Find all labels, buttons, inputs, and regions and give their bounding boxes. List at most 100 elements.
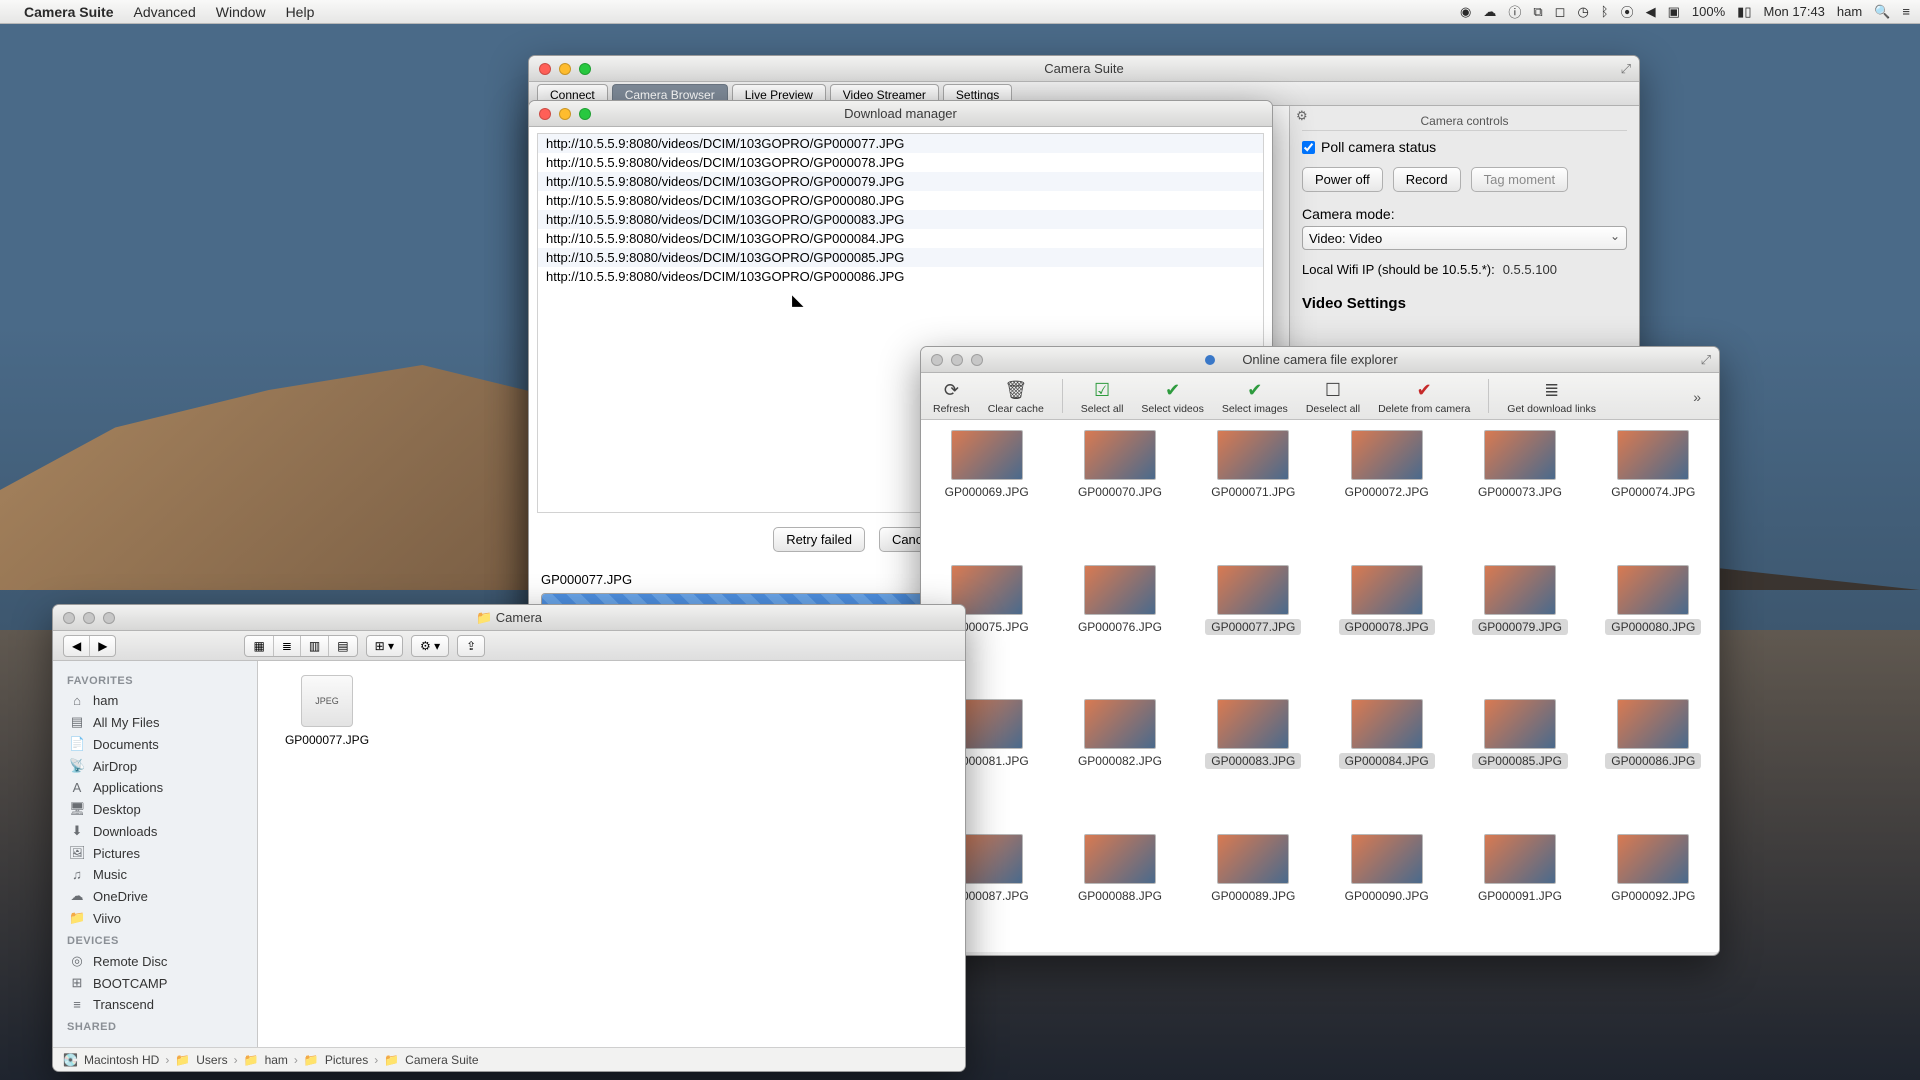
gear-icon[interactable]: ⚙ (1296, 108, 1308, 124)
download-url-row[interactable]: http://10.5.5.9:8080/videos/DCIM/103GOPR… (538, 134, 1263, 153)
power-off-button[interactable]: Power off (1302, 167, 1383, 192)
refresh-button[interactable]: ⟳Refresh (933, 379, 970, 415)
back-button[interactable]: ◀ (64, 636, 90, 656)
minimize-icon[interactable] (951, 354, 963, 366)
thumbnail-item[interactable]: GP000070.JPG (1068, 430, 1171, 539)
view-icons-button[interactable]: ▦ (245, 636, 273, 656)
deselect-all-button[interactable]: ☐Deselect all (1306, 379, 1360, 415)
thumbnail-item[interactable]: GP000074.JPG (1602, 430, 1705, 539)
sidebar-device-item[interactable]: ⊞BOOTCAMP (53, 972, 257, 994)
poll-camera-checkbox[interactable] (1302, 141, 1315, 154)
record-button[interactable]: Record (1393, 167, 1461, 192)
close-icon[interactable] (539, 108, 551, 120)
thumbnail-item[interactable]: GP000072.JPG (1335, 430, 1438, 539)
status-sync-icon[interactable]: ◉ (1460, 4, 1471, 20)
view-columns-button[interactable]: ▥ (301, 636, 329, 656)
thumbnail-item[interactable]: GP000083.JPG (1202, 699, 1305, 808)
menu-icon[interactable]: ≡ (1902, 4, 1910, 19)
get-download-links-button[interactable]: ≣Get download links (1507, 379, 1596, 415)
arrange-button[interactable]: ⊞ ▾ (367, 636, 402, 656)
zoom-icon[interactable] (103, 612, 115, 624)
status-wifi-icon[interactable]: ⦿ (1621, 2, 1634, 21)
status-volume-icon[interactable]: ◀ (1646, 4, 1656, 20)
thumbnail-item[interactable]: GP000086.JPG (1602, 699, 1705, 808)
toolbar-overflow-icon[interactable]: » (1693, 389, 1707, 405)
thumbnail-item[interactable]: GP000085.JPG (1468, 699, 1571, 808)
status-battery-icon[interactable]: ▮▯ (1737, 4, 1751, 20)
thumbnail-item[interactable]: GP000082.JPG (1068, 699, 1171, 808)
menu-app-name[interactable]: Camera Suite (24, 4, 113, 20)
expand-icon[interactable]: ⤢ (1621, 61, 1631, 77)
thumbnail-item[interactable]: GP000080.JPG (1602, 565, 1705, 674)
file-item[interactable]: JPEG GP000077.JPG (272, 675, 382, 747)
forward-button[interactable]: ▶ (90, 636, 115, 656)
sidebar-favorite-item[interactable]: 🖥Desktop (53, 798, 257, 820)
action-button[interactable]: ⚙ ▾ (412, 636, 448, 656)
sidebar-favorite-item[interactable]: ♫Music (53, 864, 257, 885)
finder-titlebar[interactable]: 📁 Camera (53, 605, 965, 631)
menu-advanced[interactable]: Advanced (133, 4, 195, 20)
sidebar-favorite-item[interactable]: ⬇Downloads (53, 820, 257, 842)
zoom-icon[interactable] (579, 108, 591, 120)
thumbnail-item[interactable]: GP000071.JPG (1202, 430, 1305, 539)
tag-moment-button[interactable]: Tag moment (1471, 167, 1569, 192)
sidebar-favorite-item[interactable]: ⌂ham (53, 690, 257, 711)
close-icon[interactable] (63, 612, 75, 624)
sidebar-favorite-item[interactable]: ☁OneDrive (53, 885, 257, 907)
download-url-row[interactable]: http://10.5.5.9:8080/videos/DCIM/103GOPR… (538, 191, 1263, 210)
camera-suite-titlebar[interactable]: Camera Suite ⤢ (529, 56, 1639, 82)
status-cloud-icon[interactable]: ☁ (1483, 4, 1496, 20)
sidebar-favorite-item[interactable]: 📁Viivo (53, 907, 257, 929)
thumbnail-item[interactable]: GP000079.JPG (1468, 565, 1571, 674)
minimize-icon[interactable] (559, 63, 571, 75)
status-display-icon[interactable]: ▣ (1668, 4, 1680, 20)
thumbnail-item[interactable]: GP000073.JPG (1468, 430, 1571, 539)
download-url-row[interactable]: http://10.5.5.9:8080/videos/DCIM/103GOPR… (538, 248, 1263, 267)
sidebar-favorite-item[interactable]: AApplications (53, 777, 257, 798)
status-screen-icon[interactable]: ⧉ (1533, 4, 1542, 20)
status-square-icon[interactable]: ◻ (1555, 4, 1566, 20)
finder-content[interactable]: JPEG GP000077.JPG (258, 661, 965, 1047)
download-titlebar[interactable]: Download manager (529, 101, 1272, 127)
share-button[interactable]: ⇪ (458, 636, 484, 656)
path-segment[interactable]: Macintosh HD (84, 1053, 159, 1067)
download-url-row[interactable]: http://10.5.5.9:8080/videos/DCIM/103GOPR… (538, 210, 1263, 229)
thumbnail-item[interactable]: GP000076.JPG (1068, 565, 1171, 674)
thumbnail-item[interactable]: GP000089.JPG (1202, 834, 1305, 943)
view-list-button[interactable]: ≣ (274, 636, 301, 656)
thumbnail-item[interactable]: GP000091.JPG (1468, 834, 1571, 943)
sidebar-favorite-item[interactable]: 📄Documents (53, 733, 257, 755)
minimize-icon[interactable] (559, 108, 571, 120)
sidebar-favorite-item[interactable]: 📡AirDrop (53, 755, 257, 777)
status-user[interactable]: ham (1837, 4, 1862, 19)
status-clock[interactable]: Mon 17:43 (1763, 4, 1824, 19)
delete-from-camera-button[interactable]: ✔Delete from camera (1378, 379, 1470, 415)
explorer-titlebar[interactable]: Online camera file explorer ⤢ (921, 347, 1719, 373)
clear-cache-button[interactable]: 🗑Clear cache (988, 379, 1044, 415)
select-images-button[interactable]: ✔Select images (1222, 379, 1288, 415)
select-videos-button[interactable]: ✔Select videos (1141, 379, 1203, 415)
download-url-row[interactable]: http://10.5.5.9:8080/videos/DCIM/103GOPR… (538, 267, 1263, 286)
zoom-icon[interactable] (579, 63, 591, 75)
path-segment[interactable]: Camera Suite (405, 1053, 478, 1067)
thumbnail-item[interactable]: GP000084.JPG (1335, 699, 1438, 808)
status-info-icon[interactable]: ⓘ (1508, 2, 1521, 21)
status-clock-icon[interactable]: ◷ (1577, 4, 1588, 20)
download-url-row[interactable]: http://10.5.5.9:8080/videos/DCIM/103GOPR… (538, 172, 1263, 191)
close-icon[interactable] (931, 354, 943, 366)
expand-icon[interactable]: ⤢ (1701, 352, 1711, 368)
thumbnail-item[interactable]: GP000078.JPG (1335, 565, 1438, 674)
close-icon[interactable] (539, 63, 551, 75)
view-coverflow-button[interactable]: ▤ (329, 636, 356, 656)
minimize-icon[interactable] (83, 612, 95, 624)
sidebar-favorite-item[interactable]: 🖼Pictures (53, 842, 257, 864)
camera-mode-select[interactable]: Video: Video (1302, 226, 1627, 250)
path-segment[interactable]: ham (265, 1053, 288, 1067)
spotlight-icon[interactable]: 🔍 (1874, 4, 1890, 20)
zoom-icon[interactable] (971, 354, 983, 366)
path-segment[interactable]: Pictures (325, 1053, 368, 1067)
retry-failed-button[interactable]: Retry failed (773, 527, 865, 552)
sidebar-device-item[interactable]: ≡Transcend (53, 994, 257, 1015)
select-all-button[interactable]: ☑Select all (1081, 379, 1124, 415)
menu-window[interactable]: Window (216, 4, 266, 20)
